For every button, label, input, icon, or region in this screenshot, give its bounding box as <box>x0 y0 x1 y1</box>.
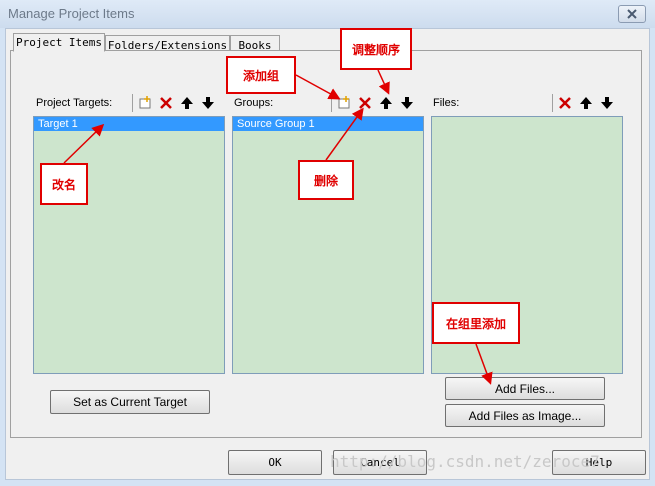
watermark-text: http://blog.csdn.net/zeroce7 <box>330 452 600 471</box>
annotation-add-in-group: 在组里添加 <box>432 302 520 344</box>
arrow-add-in-group <box>475 343 493 385</box>
arrow-rename <box>63 123 105 164</box>
annotation-delete: 删除 <box>298 160 354 200</box>
arrow-delete <box>325 107 364 161</box>
annotation-add-group: 添加组 <box>226 56 296 94</box>
annotation-rename: 改名 <box>40 163 88 205</box>
annotation-reorder: 调整顺序 <box>340 28 412 70</box>
annotation-arrows <box>63 69 493 385</box>
arrow-add-group <box>295 74 341 100</box>
arrow-reorder <box>377 69 390 95</box>
